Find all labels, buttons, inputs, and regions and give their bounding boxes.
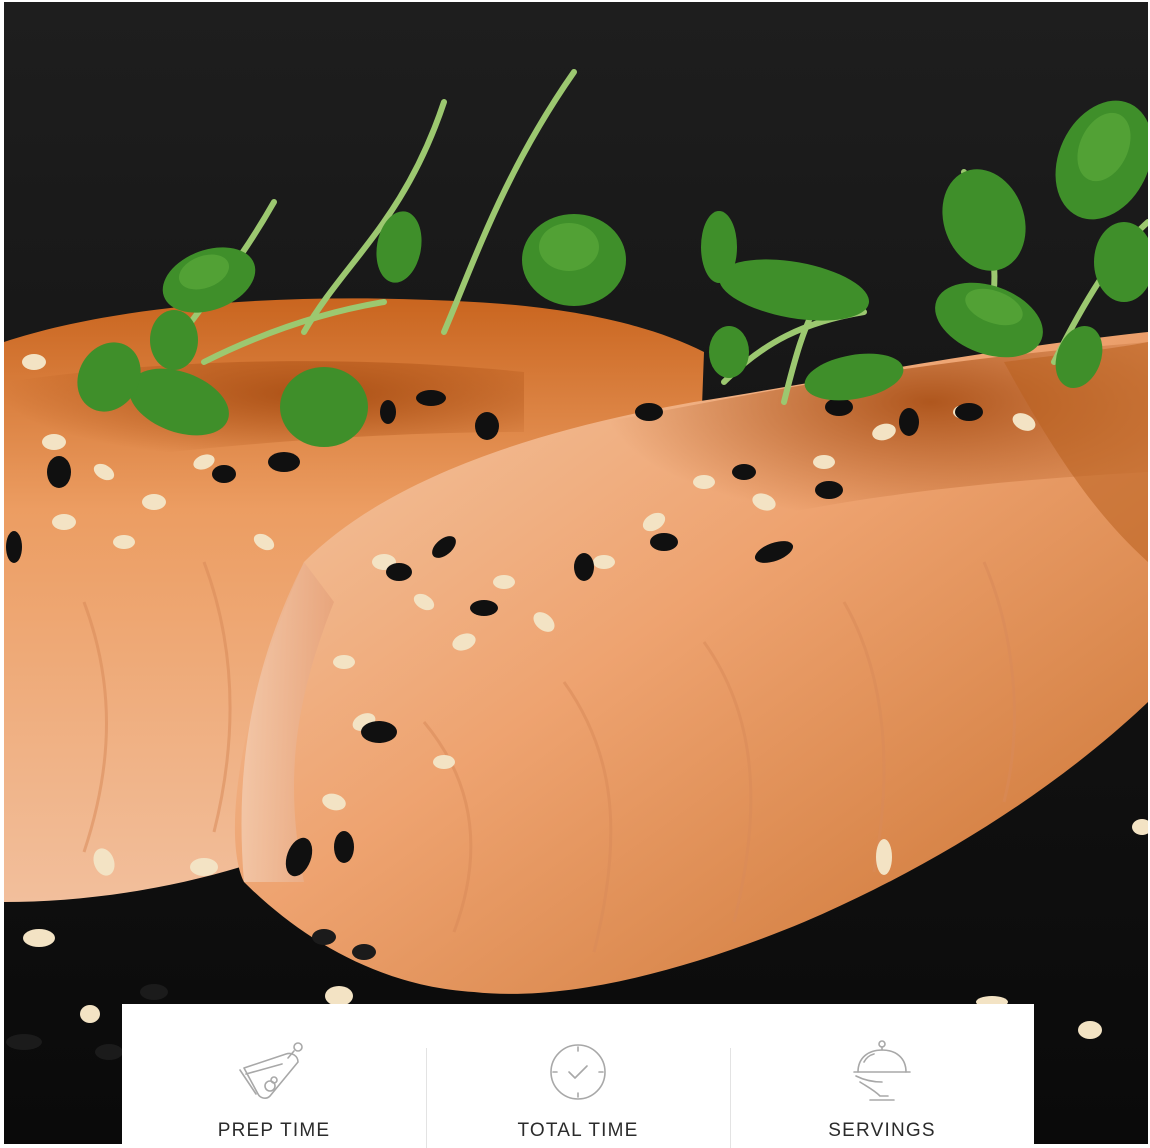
serving-cloche-icon xyxy=(853,1040,911,1101)
total-time-label: TOTAL TIME xyxy=(517,1120,639,1141)
servings-label: SERVINGS xyxy=(828,1120,936,1141)
stat-servings: SERVINGS xyxy=(730,1004,1034,1148)
salmon-photo xyxy=(4,2,1148,1144)
cutting-board-icon xyxy=(239,1042,303,1099)
stat-total-time: TOTAL TIME xyxy=(426,1004,730,1148)
recipe-stats-card: PREP TIME TOTAL TIME SERVINGS xyxy=(122,1004,1034,1148)
hero-image xyxy=(4,2,1148,1144)
stat-prep-time: PREP TIME xyxy=(122,1004,426,1144)
prep-time-label: PREP TIME xyxy=(217,1120,331,1141)
clock-icon xyxy=(550,1044,606,1100)
